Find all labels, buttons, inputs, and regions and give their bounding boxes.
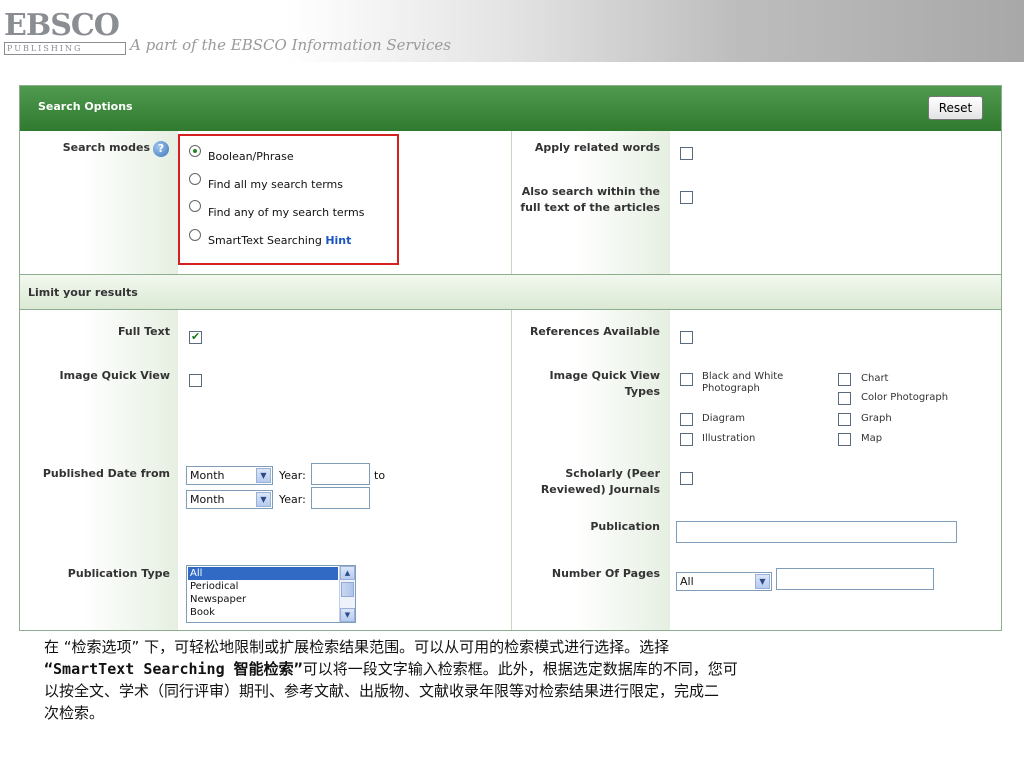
color-photo-label: Color Photograph xyxy=(861,392,949,403)
caption-line-2-rest: 可以将一段文字输入检索框。此外，根据选定数据库的不同，您可 xyxy=(302,660,738,678)
list-item[interactable]: All xyxy=(188,567,338,580)
caption-text: 在 “检索选项” 下，可轻松地限制或扩展检索结果范围。可以从可用的检索模式进行选… xyxy=(44,636,974,724)
year-to-input[interactable] xyxy=(311,487,370,509)
logo-wordmark: EBSCO xyxy=(4,8,120,43)
header-banner: EBSCO PUBLISHING A part of the EBSCO Inf… xyxy=(0,0,1024,62)
listbox-scrollbar[interactable]: ▲ ▼ xyxy=(339,566,355,622)
list-item[interactable]: Periodical xyxy=(188,580,338,593)
month-from-value: Month xyxy=(190,469,225,482)
reset-button[interactable]: Reset xyxy=(928,96,983,120)
logo-subtitle: PUBLISHING xyxy=(4,42,126,55)
to-label: to xyxy=(374,469,386,482)
chevron-down-icon[interactable]: ▼ xyxy=(340,608,355,622)
search-options-panel: Search Options Reset Search modes ? Bool… xyxy=(19,85,1002,631)
number-of-pages-label: Number Of Pages xyxy=(551,567,660,580)
pages-input[interactable] xyxy=(776,568,934,590)
bw-photo-checkbox[interactable] xyxy=(680,373,693,386)
search-modes-label: Search modes xyxy=(62,141,150,154)
help-icon[interactable]: ? xyxy=(153,141,169,157)
ebsco-logo: EBSCO PUBLISHING xyxy=(4,10,126,56)
references-checkbox[interactable] xyxy=(680,331,693,344)
scholarly-label: Scholarly (Peer Reviewed) Journals xyxy=(540,467,660,496)
graph-checkbox[interactable] xyxy=(838,413,851,426)
month-from-select[interactable]: Month ▼ xyxy=(186,466,273,485)
caption-line-3: 以按全文、学术（同行评审）期刊、参考文献、出版物、文献收录年限等对检索结果进行限… xyxy=(44,682,720,700)
chart-label: Chart xyxy=(861,373,889,384)
publication-input[interactable] xyxy=(676,521,957,543)
illustration-checkbox[interactable] xyxy=(680,433,693,446)
radio-find-any-terms[interactable] xyxy=(189,200,201,212)
image-quick-view-label: Image Quick View xyxy=(59,369,170,382)
month-to-select[interactable]: Month ▼ xyxy=(186,490,273,509)
illustration-label: Illustration xyxy=(702,433,756,444)
month-to-value: Month xyxy=(190,493,225,506)
smarttext-label: SmartText Searching xyxy=(208,234,322,247)
bw-photo-label: Black and White Photograph xyxy=(702,371,784,394)
color-photo-checkbox[interactable] xyxy=(838,392,851,405)
chevron-down-icon: ▼ xyxy=(256,492,271,507)
diagram-checkbox[interactable] xyxy=(680,413,693,426)
publication-label: Publication xyxy=(590,520,660,533)
chevron-down-icon: ▼ xyxy=(256,468,271,483)
pages-operator-select[interactable]: All ▼ xyxy=(676,572,772,591)
limit-results-header: Limit your results xyxy=(20,274,1001,310)
chart-checkbox[interactable] xyxy=(838,373,851,386)
image-quick-view-types-label: Image Quick View Types xyxy=(549,369,660,398)
limit-results-title: Limit your results xyxy=(28,286,138,299)
caption-line-2: “SmartText Searching 智能检索”可以将一段文字输入检索框。此… xyxy=(44,658,974,680)
year-from-label: Year: xyxy=(279,469,306,482)
references-label: References Available xyxy=(529,325,660,338)
radio-find-all-terms[interactable] xyxy=(189,173,201,185)
year-from-input[interactable] xyxy=(311,463,370,485)
full-text-search-checkbox[interactable] xyxy=(680,191,693,204)
mode-label-find-all: Find all my search terms xyxy=(208,178,343,191)
mode-label-smarttext: SmartText Searching Hint xyxy=(208,234,351,248)
mode-label-boolean: Boolean/Phrase xyxy=(208,150,294,163)
radio-smarttext[interactable] xyxy=(189,229,201,241)
publication-type-label: Publication Type xyxy=(67,567,170,580)
full-text-label: Full Text xyxy=(117,325,170,338)
search-options-header: Search Options Reset xyxy=(20,86,1001,131)
image-quick-view-checkbox[interactable] xyxy=(189,374,202,387)
caption-smarttext-bold: “SmartText Searching 智能检索” xyxy=(44,660,303,678)
pages-operator-value: All xyxy=(680,575,694,588)
diagram-label: Diagram xyxy=(702,413,745,424)
scholarly-checkbox[interactable] xyxy=(680,472,693,485)
list-item[interactable]: Newspaper xyxy=(188,593,338,606)
search-options-title: Search Options xyxy=(38,100,133,113)
scroll-thumb[interactable] xyxy=(341,582,354,597)
full-text-search-label: Also search within the full text of the … xyxy=(520,185,660,214)
radio-boolean-phrase[interactable] xyxy=(189,145,201,157)
year-to-label: Year: xyxy=(279,493,306,506)
map-label: Map xyxy=(861,433,883,444)
header-tagline: A part of the EBSCO Information Services xyxy=(130,36,451,54)
caption-line-1: 在 “检索选项” 下，可轻松地限制或扩展检索结果范围。可以从可用的检索模式进行选… xyxy=(44,638,670,656)
chevron-down-icon: ▼ xyxy=(755,574,770,589)
caption-line-4: 次检索。 xyxy=(44,704,105,722)
hint-link[interactable]: Hint xyxy=(325,234,351,247)
mode-label-find-any: Find any of my search terms xyxy=(208,206,365,219)
graph-label: Graph xyxy=(861,413,892,424)
publication-type-list[interactable]: All Periodical Newspaper Book ▲ ▼ xyxy=(186,565,356,623)
chevron-up-icon[interactable]: ▲ xyxy=(340,566,355,580)
full-text-checkbox[interactable] xyxy=(189,330,202,344)
map-checkbox[interactable] xyxy=(838,433,851,446)
apply-related-words-label: Apply related words xyxy=(534,141,660,154)
apply-related-words-checkbox[interactable] xyxy=(680,147,693,160)
published-date-label: Published Date from xyxy=(42,467,170,480)
list-item[interactable]: Book xyxy=(188,606,338,619)
